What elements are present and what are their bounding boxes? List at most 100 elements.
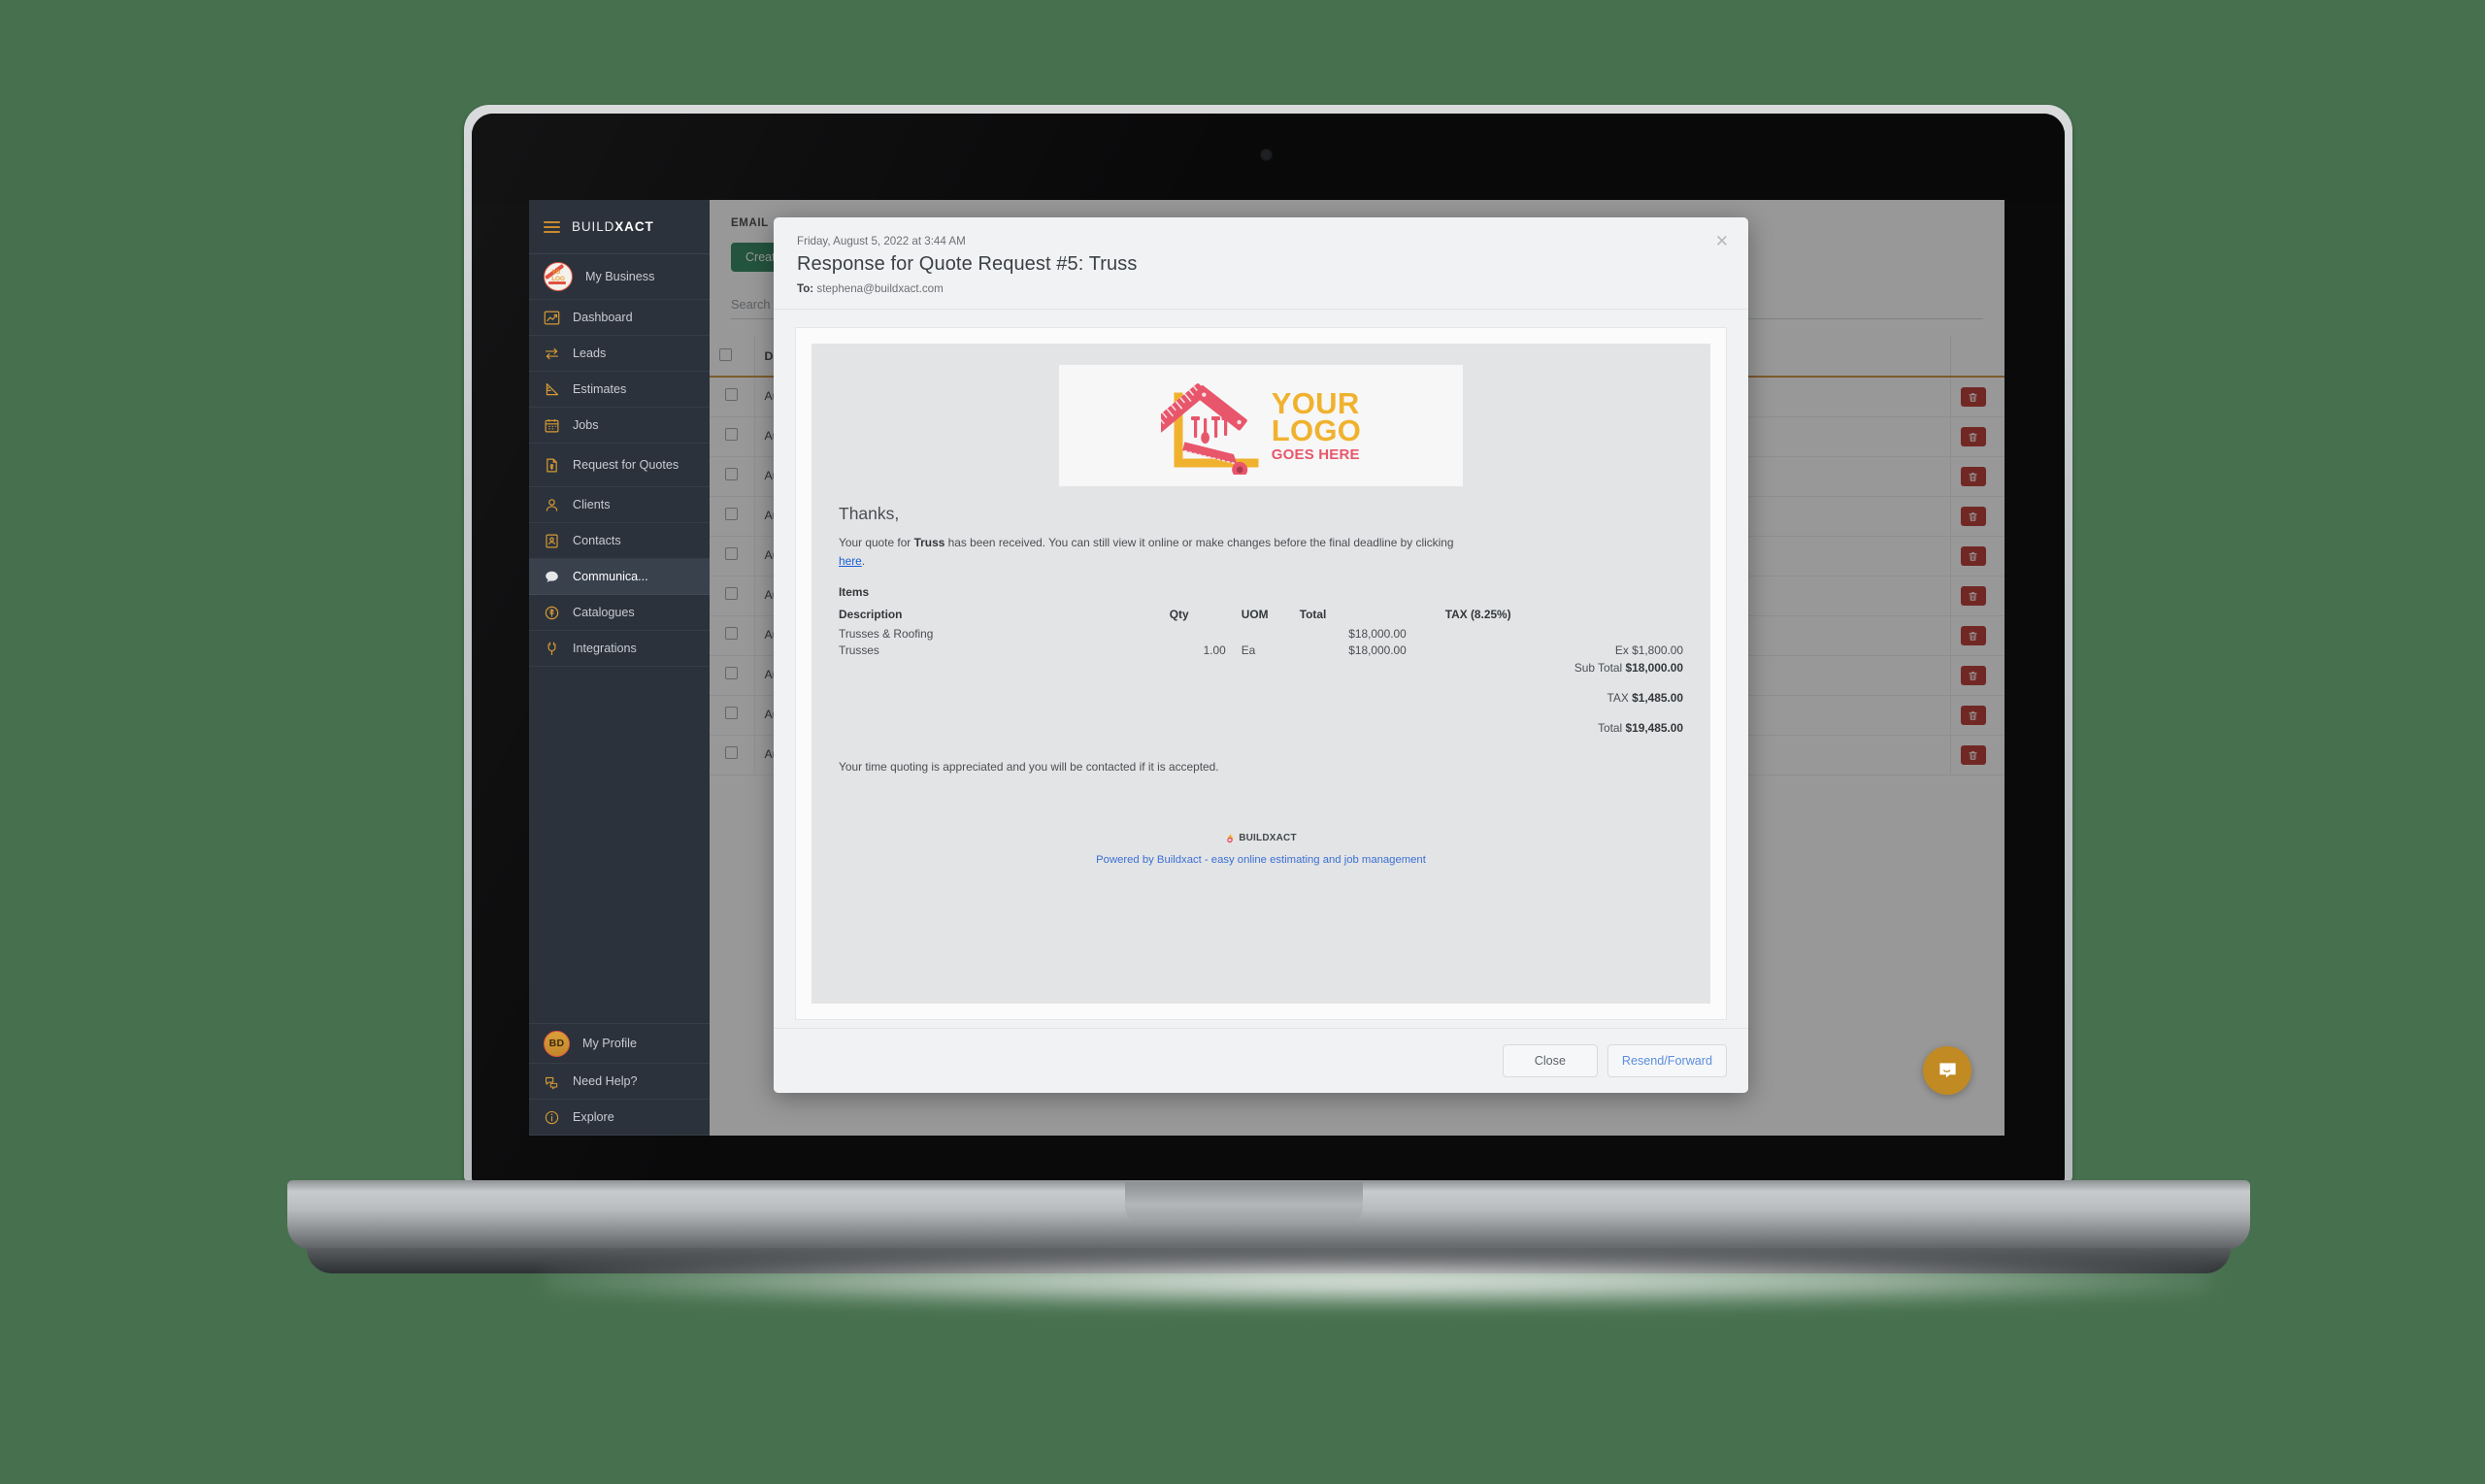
total-row: Total $19,485.00 (839, 721, 1683, 735)
close-button[interactable]: Close (1502, 1044, 1598, 1077)
sidebar-item-label: Request for Quotes (573, 457, 679, 472)
buildxact-footer-name: BUILDXACT (1239, 832, 1297, 843)
sidebar-item-label: Explore (573, 1109, 614, 1124)
business-logo-avatar: YO LOG (544, 262, 573, 291)
brand-label: BUILDXACT (572, 219, 654, 234)
sidebar-item-dashboard[interactable]: Dashboard (529, 300, 710, 336)
speech-bubble-icon (544, 569, 560, 585)
totals-block: Sub Total $18,000.00 TAX $1,485.00 Total… (839, 661, 1683, 735)
sidebar-item-need-help[interactable]: Need Help? (529, 1064, 710, 1100)
item-total: $18,000.00 (1348, 643, 1407, 658)
total-label: Sub Total (1574, 660, 1626, 675)
set-square-icon (544, 381, 560, 398)
sidebar-item-label: Contacts (573, 533, 621, 547)
sidebar-brand[interactable]: BUILDXACT (529, 200, 710, 254)
buildxact-footer-logo: BUILDXACT (1225, 832, 1297, 844)
modal-header: Friday, August 5, 2022 at 3:44 AM Respon… (774, 217, 1748, 310)
hamburger-menu-icon[interactable] (544, 220, 560, 233)
view-quote-link[interactable]: here (839, 554, 862, 568)
sidebar: BUILDXACT YO LOG My Business Dashboard L… (529, 200, 710, 1136)
total-value: $18,000.00 (1625, 660, 1683, 675)
total-label: TAX (1607, 690, 1633, 705)
items-table-head: Description Qty UOM Total TAX (8.25%) (839, 608, 1683, 626)
avatar: BD (544, 1030, 570, 1057)
paragraph-pre: Your quote for (839, 536, 914, 549)
sidebar-item-integrations[interactable]: Integrations (529, 631, 710, 667)
calendar-icon (544, 417, 560, 434)
close-icon[interactable]: ✕ (1715, 233, 1729, 249)
sidebar-item-my-profile[interactable]: BD My Profile (529, 1023, 710, 1064)
sidebar-item-clients[interactable]: Clients (529, 487, 710, 523)
items-heading: Items (839, 584, 870, 599)
paragraph-post: . (861, 554, 866, 569)
item-tax: Ex $1,800.00 (1614, 643, 1683, 658)
your-logo-mark-icon (1160, 382, 1259, 475)
sidebar-item-request-for-quotes[interactable]: Request for Quotes (529, 444, 710, 487)
logo-line-3: GOES HERE (1271, 445, 1360, 463)
email-paragraph: Your quote for Truss has been received. … (839, 534, 1479, 572)
email-closing: Your time quoting is appreciated and you… (839, 759, 1219, 774)
items-table-body: Trusses & Roofing $18,000.00 Trusses 1.0… (839, 626, 1683, 659)
document-dollar-icon (544, 457, 560, 474)
resend-forward-button[interactable]: Resend/Forward (1607, 1044, 1727, 1077)
items-col-tax: TAX (8.25%) (1444, 607, 1511, 621)
total-row: TAX $1,485.00 (839, 691, 1683, 705)
item-row: Trusses & Roofing $18,000.00 (839, 626, 1683, 643)
total-value: $19,485.00 (1625, 720, 1683, 735)
webcam-icon (1260, 148, 1273, 161)
item-qty (1170, 626, 1242, 643)
laptop-shadow (544, 1258, 2213, 1304)
item-row: Trusses 1.00 Ea $18,000.00 Ex $1,800.00 (839, 643, 1683, 659)
sidebar-item-jobs[interactable]: Jobs (529, 408, 710, 444)
paragraph-mid: has been received. You can still view it… (944, 536, 1454, 549)
total-row: Sub Total $18,000.00 (839, 661, 1683, 675)
sidebar-item-label: My Business (585, 269, 655, 283)
app-screen: BUILDXACT YO LOG My Business Dashboard L… (529, 200, 2005, 1136)
sidebar-item-leads[interactable]: Leads (529, 336, 710, 372)
item-qty: 1.00 (1203, 643, 1226, 658)
item-uom (1242, 626, 1300, 643)
email-frame: YOUR LOGO GOES HERE Thanks, Your quote f… (795, 327, 1727, 1020)
email-greeting: Thanks, (839, 504, 900, 523)
email-recipient: To: stephena@buildxact.com (797, 282, 1725, 295)
person-icon (544, 497, 560, 513)
sidebar-item-contacts[interactable]: Contacts (529, 523, 710, 559)
email-subject: Response for Quote Request #5: Truss (797, 253, 1138, 275)
item-description: Trusses & Roofing (839, 627, 934, 642)
total-label: Total (1598, 720, 1626, 735)
sidebar-item-label: Integrations (573, 641, 637, 655)
chat-bubbles-icon (544, 1073, 560, 1090)
logo-line-2: LOGO (1271, 413, 1362, 448)
sidebar-item-estimates[interactable]: Estimates (529, 372, 710, 408)
items-col-description: Description (839, 607, 903, 621)
sidebar-item-my-business[interactable]: YO LOG My Business (529, 254, 710, 300)
buildxact-flame-icon (1227, 832, 1234, 842)
sidebar-item-label: My Profile (582, 1036, 637, 1050)
item-total: $18,000.00 (1348, 627, 1407, 642)
sidebar-item-label: Need Help? (573, 1073, 638, 1088)
sidebar-item-explore[interactable]: Explore (529, 1100, 710, 1136)
chat-smiley-icon (1938, 1062, 1956, 1077)
sidebar-item-label: Clients (573, 497, 611, 511)
items-table: Description Qty UOM Total TAX (8.25%) Tr… (839, 608, 1683, 659)
arrows-exchange-icon (544, 346, 560, 362)
total-value: $1,485.00 (1632, 690, 1683, 705)
items-header-row: Description Qty UOM Total TAX (8.25%) (839, 608, 1683, 626)
email-content: YOUR LOGO GOES HERE Thanks, Your quote f… (812, 344, 1710, 1004)
paragraph-quote-name: Truss (913, 536, 945, 549)
email-preview-modal: Friday, August 5, 2022 at 3:44 AM Respon… (774, 217, 1748, 1093)
powered-by-text[interactable]: Powered by Buildxact - easy online estim… (839, 854, 1683, 866)
item-tax (1445, 626, 1683, 643)
sidebar-item-label: Dashboard (573, 310, 633, 324)
items-col-uom: UOM (1241, 607, 1269, 621)
item-description: Trusses (839, 643, 879, 658)
sidebar-item-communications[interactable]: Communica... (529, 559, 710, 595)
email-footer: BUILDXACT Powered by Buildxact - easy on… (839, 832, 1683, 866)
sidebar-item-label: Catalogues (573, 605, 635, 619)
laptop-mockup: BUILDXACT YO LOG My Business Dashboard L… (0, 0, 2485, 1484)
item-uom: Ea (1241, 643, 1256, 658)
items-col-qty: Qty (1169, 607, 1189, 621)
help-chat-fab[interactable] (1923, 1046, 1971, 1095)
sidebar-item-catalogues[interactable]: Catalogues (529, 595, 710, 631)
